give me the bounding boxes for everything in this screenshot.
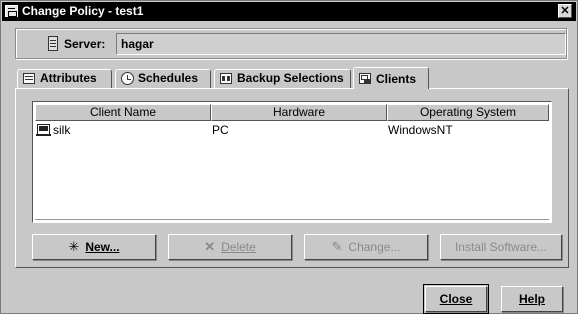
close-button[interactable]: Close xyxy=(423,284,489,314)
tab-clients[interactable]: Clients xyxy=(353,67,429,89)
install-software-button[interactable]: Install Software... xyxy=(440,234,562,260)
clients-icon xyxy=(359,73,371,84)
attributes-icon xyxy=(23,73,35,84)
client-computer-icon xyxy=(36,124,51,136)
title-bar[interactable]: Change Policy - test1 ✕ xyxy=(2,2,576,21)
new-star-icon: ✳ xyxy=(68,239,80,254)
server-field: hagar xyxy=(116,33,566,55)
change-policy-dialog: Change Policy - test1 ✕ Server: hagar At… xyxy=(0,0,578,314)
backup-selections-icon xyxy=(220,73,232,84)
tab-backup-selections[interactable]: Backup Selections xyxy=(214,69,351,88)
change-button-label: Change... xyxy=(348,240,401,254)
window-title: Change Policy - test1 xyxy=(22,4,144,18)
server-panel: Server: hagar xyxy=(15,28,567,59)
server-icon xyxy=(48,36,58,51)
window-close-button[interactable]: ✕ xyxy=(558,4,572,18)
window-app-icon xyxy=(5,5,18,17)
tab-schedules[interactable]: Schedules xyxy=(115,69,211,88)
table-bottom-divider xyxy=(35,219,549,220)
install-software-button-label: Install Software... xyxy=(454,240,548,254)
column-header-hardware[interactable]: Hardware xyxy=(211,104,387,121)
clients-tab-panel: Client Name Hardware Operating System si… xyxy=(15,88,569,268)
change-button[interactable]: ✎ Change... xyxy=(304,234,428,260)
schedules-icon xyxy=(121,72,134,85)
tab-label: Attributes xyxy=(40,71,97,85)
client-name-text: silk xyxy=(53,123,71,137)
cell-operating-system: WindowsNT xyxy=(388,123,453,137)
delete-button-label: Delete xyxy=(221,240,256,254)
table-header: Client Name Hardware Operating System xyxy=(35,104,549,121)
column-header-client-name[interactable]: Client Name xyxy=(35,104,211,121)
delete-button[interactable]: ✕ Delete xyxy=(168,234,292,260)
cell-client-name: silk xyxy=(35,122,211,139)
help-button-label: Help xyxy=(518,292,545,306)
column-header-operating-system[interactable]: Operating System xyxy=(387,104,549,121)
table-row[interactable]: silk PC WindowsNT xyxy=(35,122,549,139)
tab-attributes[interactable]: Attributes xyxy=(17,69,112,88)
tab-label: Schedules xyxy=(138,71,199,85)
new-button[interactable]: ✳ New... xyxy=(32,234,156,260)
tab-label: Clients xyxy=(376,72,417,86)
cell-hardware: PC xyxy=(212,123,229,137)
delete-x-icon: ✕ xyxy=(204,239,216,254)
clients-table[interactable]: Client Name Hardware Operating System si… xyxy=(32,101,552,223)
close-button-label: Close xyxy=(439,292,473,306)
help-button[interactable]: Help xyxy=(501,286,563,312)
new-button-label: New... xyxy=(85,240,120,254)
change-pencil-icon: ✎ xyxy=(331,239,343,254)
tab-label: Backup Selections xyxy=(237,71,344,85)
server-label: Server: xyxy=(64,37,106,51)
